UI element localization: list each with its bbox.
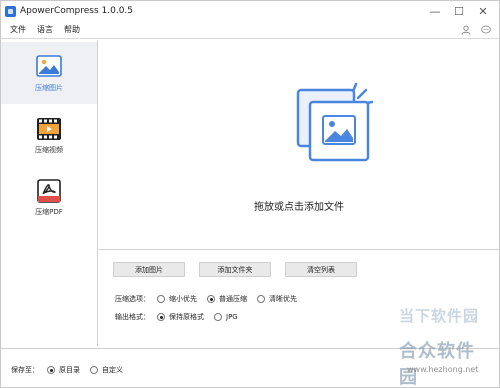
sidebar: 压缩图片 压缩视频 压缩PDF bbox=[1, 40, 98, 346]
menu-file[interactable]: 文件 bbox=[10, 24, 26, 35]
radio-circle[interactable] bbox=[157, 295, 165, 303]
sidebar-item-compress-image[interactable]: 压缩图片 bbox=[1, 42, 97, 104]
format-option-row: 输出格式： 保持原格式 JPG bbox=[115, 310, 248, 324]
radio-original-dir[interactable]: 原目录 bbox=[47, 365, 80, 375]
close-button[interactable]: ✕ bbox=[471, 1, 495, 21]
sidebar-item-label: 压缩PDF bbox=[35, 208, 63, 216]
watermark-line1: 当下软件园 bbox=[399, 307, 480, 325]
video-icon bbox=[37, 118, 61, 140]
radio-label: 保持原格式 bbox=[169, 313, 204, 321]
menu-bar: 文件 语言 帮助 bbox=[1, 21, 499, 39]
watermark: 当下软件园 合众软件园 www.hezhong.net bbox=[381, 297, 491, 388]
drop-hint-text: 拖放或点击添加文件 bbox=[254, 202, 344, 213]
user-icon[interactable] bbox=[461, 25, 471, 35]
maximize-button[interactable]: ☐ bbox=[447, 1, 471, 21]
clear-list-button[interactable]: 清空列表 bbox=[285, 262, 357, 277]
radio-circle[interactable] bbox=[257, 295, 265, 303]
radio-jpg[interactable]: JPG bbox=[214, 313, 238, 321]
radio-circle[interactable] bbox=[90, 366, 98, 374]
radio-label: 原目录 bbox=[59, 366, 80, 374]
radio-keep-format[interactable]: 保持原格式 bbox=[157, 312, 204, 322]
sidebar-item-compress-pdf[interactable]: 压缩PDF bbox=[1, 166, 97, 228]
sidebar-item-label: 压缩视频 bbox=[35, 146, 63, 154]
radio-circle[interactable] bbox=[214, 313, 222, 321]
radio-smaller-first[interactable]: 缩小优先 bbox=[157, 294, 197, 304]
menu-help[interactable]: 帮助 bbox=[64, 24, 80, 35]
minimize-button[interactable]: — bbox=[423, 1, 447, 21]
watermark-url: www.hezhong.net bbox=[407, 365, 479, 374]
radio-clarity-first[interactable]: 清晰优先 bbox=[257, 294, 297, 304]
radio-label: 缩小优先 bbox=[169, 295, 197, 303]
compress-option-row: 压缩选项： 缩小优先 普通压缩 清晰优先 bbox=[115, 292, 307, 306]
save-to-label: 保存至： bbox=[11, 366, 39, 374]
app-window: ApowerCompress 1.0.0.5 — ☐ ✕ 文件 语言 帮助 压缩… bbox=[0, 0, 500, 388]
title-bar: ApowerCompress 1.0.0.5 — ☐ ✕ bbox=[1, 1, 499, 21]
compress-option-label: 压缩选项： bbox=[115, 295, 150, 303]
sidebar-item-label: 压缩图片 bbox=[35, 84, 63, 92]
window-title: ApowerCompress 1.0.0.5 bbox=[20, 6, 134, 16]
watermark-line2: 合众软件园 bbox=[399, 341, 475, 388]
format-option-label: 输出格式： bbox=[115, 313, 150, 321]
radio-label: JPG bbox=[226, 313, 238, 321]
radio-circle[interactable] bbox=[207, 295, 215, 303]
app-logo-icon bbox=[5, 5, 16, 17]
menu-language[interactable]: 语言 bbox=[37, 24, 53, 35]
sidebar-item-compress-video[interactable]: 压缩视频 bbox=[1, 104, 97, 166]
radio-label: 自定义 bbox=[102, 366, 123, 374]
window-controls: — ☐ ✕ bbox=[423, 1, 495, 21]
file-drop-area[interactable]: 拖放或点击添加文件 bbox=[99, 40, 499, 249]
add-image-button[interactable]: 添加图片 bbox=[113, 262, 185, 277]
radio-circle[interactable] bbox=[157, 313, 165, 321]
radio-normal-compress[interactable]: 普通压缩 bbox=[207, 294, 247, 304]
radio-label: 清晰优先 bbox=[269, 295, 297, 303]
add-folder-button[interactable]: 添加文件夹 bbox=[199, 262, 271, 277]
add-images-icon bbox=[296, 82, 374, 162]
radio-label: 普通压缩 bbox=[219, 295, 247, 303]
pdf-icon bbox=[37, 179, 61, 203]
menu-right-icons bbox=[461, 21, 491, 39]
chat-icon[interactable] bbox=[481, 25, 491, 35]
save-to-row: 保存至： 原目录 自定义 bbox=[11, 365, 133, 375]
image-icon bbox=[36, 55, 62, 77]
radio-circle[interactable] bbox=[47, 366, 55, 374]
radio-custom-dir[interactable]: 自定义 bbox=[90, 365, 123, 375]
